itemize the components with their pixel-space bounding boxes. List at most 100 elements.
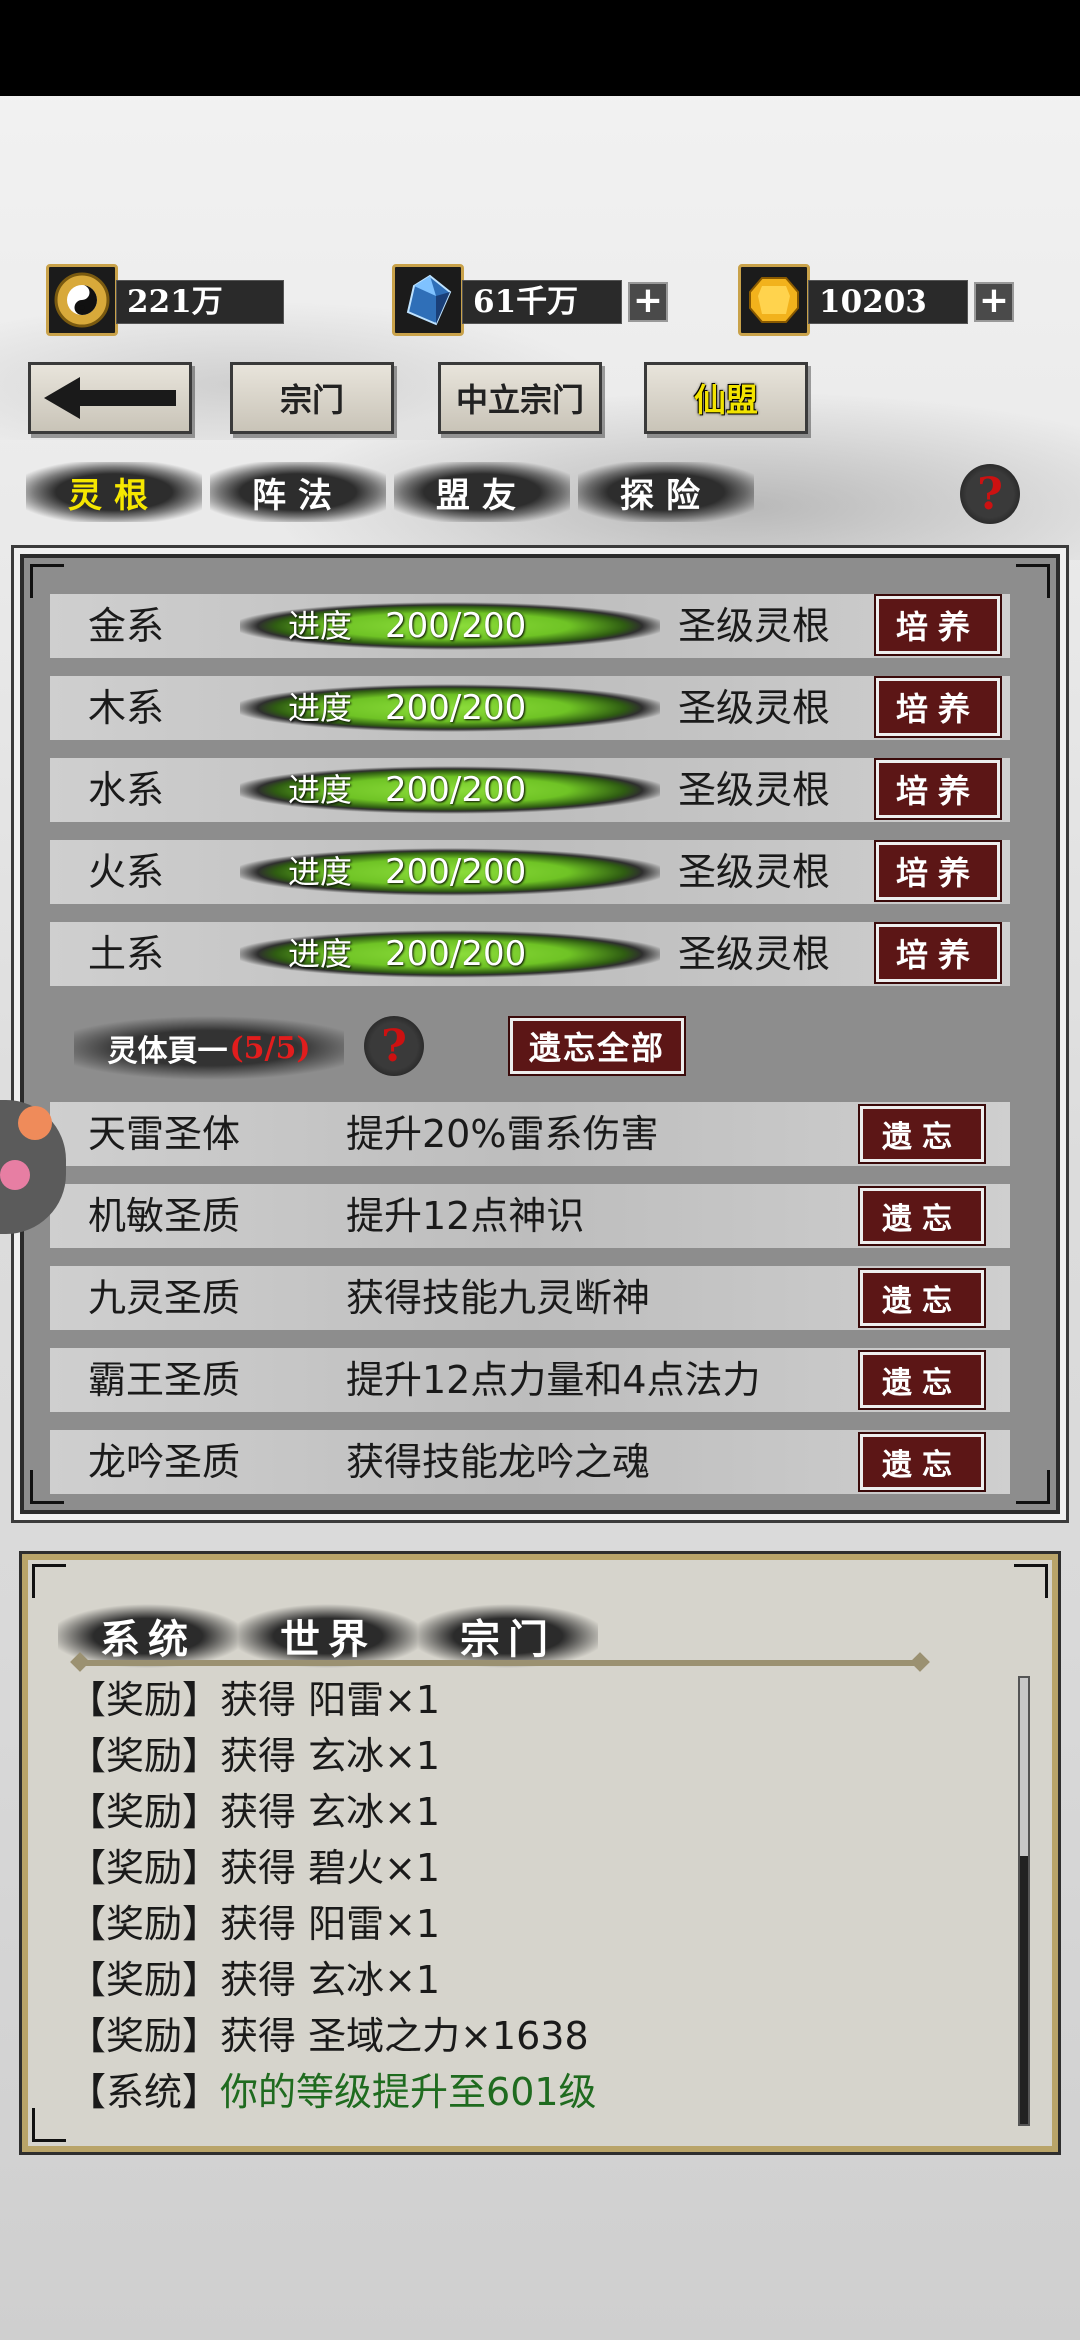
taiji-coin-icon xyxy=(46,264,118,336)
root-grade: 圣级灵根 xyxy=(678,686,831,730)
status-bar xyxy=(0,0,1080,96)
root-progress-bar: 进度 200/200 xyxy=(240,684,660,732)
talent-count: (5/5) xyxy=(229,1030,311,1066)
gold-gem-icon xyxy=(738,264,810,336)
chat-message: 【奖励】获得 阳雷×1 xyxy=(68,1902,441,1946)
panel-corner xyxy=(1016,564,1050,598)
cultivate-button[interactable]: 培养 xyxy=(874,676,1002,738)
forget-button[interactable]: 遗忘 xyxy=(858,1186,986,1246)
chat-message: 【系统】你的等级提升至601级 xyxy=(68,2070,597,2114)
talent-name: 九灵圣质 xyxy=(88,1276,241,1320)
scrollbar-thumb[interactable] xyxy=(1020,1856,1028,2124)
root-row-water: 水系 进度 200/200 圣级灵根 培养 xyxy=(50,758,1010,822)
cultivate-button[interactable]: 培养 xyxy=(874,758,1002,820)
tab-spirit-root[interactable]: 灵根 xyxy=(26,462,202,522)
root-progress-bar: 进度 200/200 xyxy=(240,602,660,650)
crystal-icon xyxy=(392,264,464,336)
panel-corner xyxy=(32,2108,66,2142)
panel-corner xyxy=(1016,1470,1050,1504)
root-grade: 圣级灵根 xyxy=(678,850,831,894)
talent-desc: 提升12点神识 xyxy=(346,1194,585,1238)
talent-desc: 提升12点力量和4点法力 xyxy=(346,1358,761,1402)
progress-label: 进度 xyxy=(288,935,353,973)
talent-help-icon[interactable]: ? xyxy=(364,1016,424,1076)
talent-row: 天雷圣体 提升20%雷系伤害 遗忘 xyxy=(50,1102,1010,1166)
chat-scrollbar[interactable] xyxy=(1018,1676,1030,2126)
root-progress-bar: 进度 200/200 xyxy=(240,930,660,978)
progress-value: 200/200 xyxy=(385,852,527,892)
back-button[interactable] xyxy=(28,362,192,434)
progress-value: 200/200 xyxy=(385,688,527,728)
chat-message: 【奖励】获得 圣域之力×1638 xyxy=(68,2014,589,2058)
panel-corner xyxy=(30,564,64,598)
talent-header: 灵体頁一 (5/5) xyxy=(74,1016,344,1080)
assistant-dot-icon xyxy=(0,1160,30,1190)
panel-corner xyxy=(32,1564,66,1598)
chat-panel: 系统 世界 宗门 【奖励】获得 阳雷×1 【奖励】获得 玄冰×1 【奖励】获得 … xyxy=(19,1551,1061,2155)
chat-tab-sect[interactable]: 宗门 xyxy=(418,1604,598,1668)
panel-corner xyxy=(1014,1564,1048,1598)
back-arrow-icon xyxy=(44,377,176,419)
progress-value: 200/200 xyxy=(385,770,527,810)
progress-label: 进度 xyxy=(288,607,353,645)
forget-button[interactable]: 遗忘 xyxy=(858,1104,986,1164)
progress-value: 200/200 xyxy=(385,934,527,974)
talent-desc: 获得技能龙吟之魂 xyxy=(346,1440,651,1484)
cultivate-button[interactable]: 培养 xyxy=(874,594,1002,656)
tab-allies[interactable]: 盟友 xyxy=(394,462,570,522)
cultivate-button[interactable]: 培养 xyxy=(874,840,1002,902)
chat-message: 【奖励】获得 玄冰×1 xyxy=(68,1734,441,1778)
root-row-wood: 木系 进度 200/200 圣级灵根 培养 xyxy=(50,676,1010,740)
root-grade: 圣级灵根 xyxy=(678,604,831,648)
crystal-amount: 61千万 xyxy=(462,280,622,324)
taiji-amount: 221万 xyxy=(116,280,284,324)
root-element-label: 金系 xyxy=(88,604,165,648)
cultivate-button[interactable]: 培养 xyxy=(874,922,1002,984)
root-row-fire: 火系 进度 200/200 圣级灵根 培养 xyxy=(50,840,1010,904)
talent-row: 机敏圣质 提升12点神识 遗忘 xyxy=(50,1184,1010,1248)
chat-message: 【奖励】获得 阳雷×1 xyxy=(68,1678,441,1722)
chat-tab-world[interactable]: 世界 xyxy=(238,1604,418,1668)
tab-formation[interactable]: 阵法 xyxy=(210,462,386,522)
root-element-label: 土系 xyxy=(88,932,165,976)
help-icon[interactable]: ? xyxy=(960,464,1020,524)
root-row-metal: 金系 进度 200/200 圣级灵根 培养 xyxy=(50,594,1010,658)
talent-header-label: 灵体頁一 xyxy=(107,1034,228,1069)
gold-amount: 10203 xyxy=(808,280,968,324)
progress-value: 200/200 xyxy=(385,606,527,646)
root-row-earth: 土系 进度 200/200 圣级灵根 培养 xyxy=(50,922,1010,986)
root-progress-bar: 进度 200/200 xyxy=(240,766,660,814)
currency-gold: 10203 + xyxy=(738,264,1018,336)
talent-desc: 提升20%雷系伤害 xyxy=(346,1112,659,1156)
chat-message: 【奖励】获得 玄冰×1 xyxy=(68,1958,441,2002)
assistant-dot-icon xyxy=(18,1106,52,1140)
forget-button[interactable]: 遗忘 xyxy=(858,1432,986,1492)
talent-name: 龙吟圣质 xyxy=(88,1440,241,1484)
root-element-label: 木系 xyxy=(88,686,165,730)
tab-explore[interactable]: 探险 xyxy=(578,462,754,522)
progress-label: 进度 xyxy=(288,853,353,891)
chat-divider xyxy=(80,1660,920,1666)
chat-message: 【奖励】获得 碧火×1 xyxy=(68,1846,441,1890)
talent-name: 霸王圣质 xyxy=(88,1358,241,1402)
progress-label: 进度 xyxy=(288,771,353,809)
forget-all-button[interactable]: 遗忘全部 xyxy=(508,1016,686,1076)
root-element-label: 水系 xyxy=(88,768,165,812)
forget-button[interactable]: 遗忘 xyxy=(858,1268,986,1328)
currency-crystal: 61千万 + xyxy=(392,264,672,336)
neutral-sect-button[interactable]: 中立宗门 xyxy=(438,362,602,434)
sect-button[interactable]: 宗门 xyxy=(230,362,394,434)
root-grade: 圣级灵根 xyxy=(678,932,831,976)
alliance-button[interactable]: 仙盟 xyxy=(644,362,808,434)
chat-message-list: 【奖励】获得 阳雷×1 【奖励】获得 玄冰×1 【奖励】获得 玄冰×1 【奖励】… xyxy=(68,1672,1008,2120)
talent-name: 机敏圣质 xyxy=(88,1194,241,1238)
add-gold-button[interactable]: + xyxy=(974,282,1014,322)
talent-row: 九灵圣质 获得技能九灵断神 遗忘 xyxy=(50,1266,1010,1330)
talent-row: 霸王圣质 提升12点力量和4点法力 遗忘 xyxy=(50,1348,1010,1412)
talent-name: 天雷圣体 xyxy=(88,1112,241,1156)
talent-row: 龙吟圣质 获得技能龙吟之魂 遗忘 xyxy=(50,1430,1010,1494)
forget-button[interactable]: 遗忘 xyxy=(858,1350,986,1410)
talent-desc: 获得技能九灵断神 xyxy=(346,1276,651,1320)
root-element-label: 火系 xyxy=(88,850,165,894)
add-crystal-button[interactable]: + xyxy=(628,282,668,322)
